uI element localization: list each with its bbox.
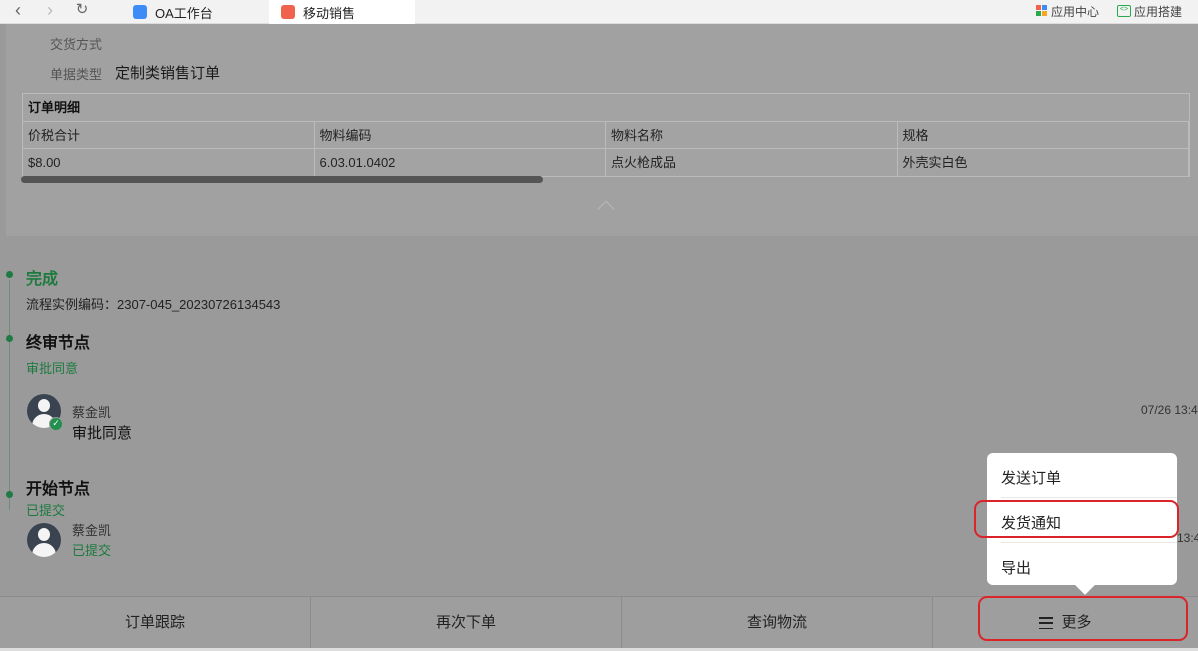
tab-label: OA工作台 (155, 5, 213, 21)
timeline-dot (6, 335, 13, 342)
node-title-final: 终审节点 (26, 335, 91, 352)
menu-item-export[interactable]: 导出 (1001, 557, 1031, 578)
tab-mobile-sales[interactable]: 移动销售 (269, 0, 415, 24)
app-builder-link[interactable]: <> 应用搭建 (1117, 0, 1182, 22)
order-detail-table: 订单明细 价税合计 物料编码 物料名称 规格 $8.00 6.03.01.040… (22, 93, 1190, 177)
column-header: 规格 (898, 122, 1189, 148)
node-result-final: 审批同意 (26, 361, 79, 376)
table-cell: $8.00 (23, 149, 315, 176)
flow-instance-code: 流程实例编码：2307-045_20230726134543 (26, 297, 281, 312)
order-tracking-button[interactable]: 订单跟踪 (0, 597, 311, 649)
app-center-label: 应用中心 (1051, 4, 1100, 19)
order-detail-title: 订单明细 (23, 94, 1189, 122)
node-title-start: 开始节点 (26, 481, 91, 498)
table-cell: 6.03.01.0402 (315, 149, 606, 176)
horizontal-scrollbar[interactable] (21, 176, 543, 183)
approver-name: 蔡金凯 (72, 405, 112, 420)
submitter-status: 已提交 (72, 543, 112, 558)
approval-time: 07/26 13:4 (1141, 403, 1198, 417)
grid-app-icon (133, 5, 147, 19)
browser-tab-bar: ‹ › ↻ OA工作台 移动销售 应用中心 <> 应用搭建 (0, 0, 1198, 24)
timeline-dot (6, 491, 13, 498)
check-icon: ✓ (49, 417, 63, 431)
doc-type-label: 单据类型 (50, 67, 103, 82)
highlight-more-button (978, 596, 1188, 641)
table-cell: 点火枪成品 (606, 149, 898, 176)
table-cell: 外壳实白色 (898, 149, 1189, 176)
back-icon[interactable]: ‹ (6, 0, 30, 24)
tab-label: 移动销售 (303, 5, 356, 21)
refresh-icon[interactable]: ↻ (70, 0, 94, 24)
delivery-method-label: 交货方式 (50, 37, 103, 52)
submitter-name: 蔡金凯 (72, 523, 112, 538)
forward-icon[interactable]: › (38, 0, 62, 24)
column-header: 价税合计 (23, 122, 315, 148)
timeline-dot (6, 271, 13, 278)
flow-status: 完成 (26, 271, 59, 288)
highlight-shipping-notice (974, 500, 1179, 538)
app-builder-label: 应用搭建 (1134, 4, 1183, 19)
node-result-start: 已提交 (26, 503, 66, 518)
column-header: 物料编码 (315, 122, 606, 148)
approver-comment: 审批同意 (72, 425, 133, 442)
menu-divider (1001, 542, 1177, 543)
app-center-icon (1036, 5, 1048, 17)
table-header-row: 价税合计 物料编码 物料名称 规格 (23, 122, 1189, 149)
tab-oa-workbench[interactable]: OA工作台 (133, 0, 269, 24)
app-center-link[interactable]: 应用中心 (1036, 0, 1099, 22)
timeline-line (9, 280, 10, 510)
shopping-bag-icon (281, 5, 295, 19)
avatar (27, 523, 61, 557)
menu-divider (1001, 497, 1177, 498)
table-row: $8.00 6.03.01.0402 点火枪成品 外壳实白色 (23, 149, 1189, 176)
reorder-button[interactable]: 再次下单 (311, 597, 622, 649)
query-logistics-button[interactable]: 查询物流 (622, 597, 933, 649)
menu-item-send-order[interactable]: 发送订单 (1001, 467, 1061, 488)
submit-time: 13:4 (1177, 531, 1198, 545)
code-builder-icon: <> (1117, 5, 1131, 17)
doc-type-value: 定制类销售订单 (115, 65, 221, 82)
column-header: 物料名称 (606, 122, 898, 148)
